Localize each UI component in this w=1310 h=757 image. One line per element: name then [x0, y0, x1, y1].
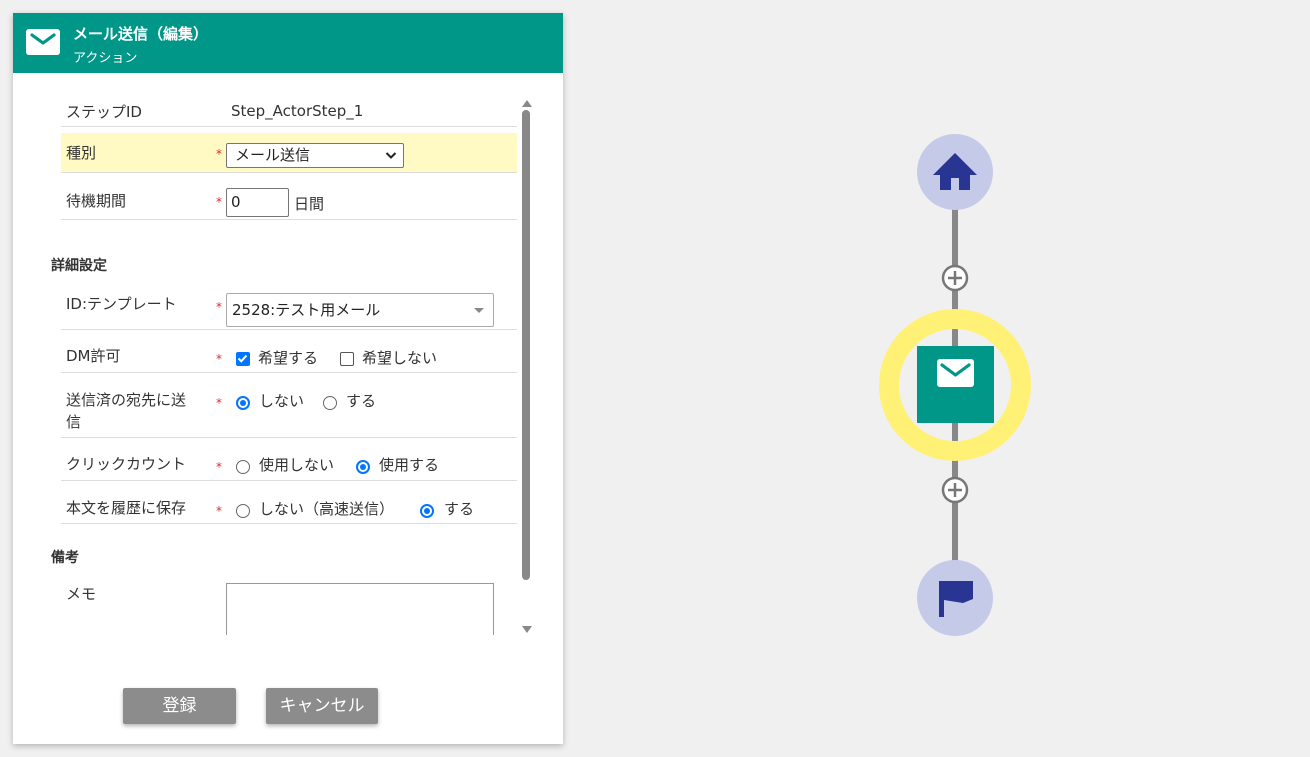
resend-label-line1: 送信済の宛先に送: [66, 391, 187, 409]
row-click-count: クリックカウント * 使用しない 使用する: [61, 439, 517, 481]
required-mark: *: [216, 504, 222, 518]
form-scroll-area: ステップID Step_ActorStep_1 種別 * メール送信 待機期間 …: [13, 73, 517, 635]
edit-dialog: メール送信（編集） アクション ステップID Step_ActorStep_1 …: [13, 13, 563, 744]
row-wait: 待機期間 * 0 日間: [61, 174, 517, 220]
cancel-button[interactable]: キャンセル: [266, 688, 378, 724]
scroll-thumb[interactable]: [522, 110, 530, 580]
row-dm: DM許可 * 希望する 希望しない: [61, 331, 517, 373]
type-select-value: メール送信: [235, 146, 311, 164]
dm-label: DM許可: [66, 347, 121, 365]
dialog-subtitle: アクション: [73, 51, 138, 66]
mail-icon: [26, 29, 60, 55]
wait-days-input[interactable]: 0: [226, 188, 289, 217]
click-count-on-radio[interactable]: [356, 460, 370, 474]
step-id-value: Step_ActorStep_1: [231, 102, 364, 120]
row-step-id: ステップID Step_ActorStep_1: [61, 93, 517, 127]
click-count-label: クリックカウント: [66, 455, 187, 473]
wait-label: 待機期間: [66, 192, 127, 210]
required-mark: *: [216, 195, 222, 209]
dm-no-label[interactable]: 希望しない: [362, 349, 437, 367]
row-template: ID:テンプレート * 2528:テスト用メール: [61, 278, 517, 330]
required-mark: *: [216, 396, 222, 410]
add-step-button-top[interactable]: [941, 264, 969, 292]
type-label: 種別: [66, 144, 97, 162]
click-count-off-label[interactable]: 使用しない: [259, 456, 334, 474]
dm-no-checkbox[interactable]: [340, 352, 354, 366]
resend-yes-label[interactable]: する: [346, 392, 376, 410]
register-button[interactable]: 登録: [123, 688, 236, 724]
resend-yes-radio[interactable]: [323, 396, 337, 410]
memo-textarea[interactable]: [226, 583, 494, 635]
resend-no-radio[interactable]: [236, 396, 250, 410]
add-step-button-bottom[interactable]: [941, 476, 969, 504]
end-node[interactable]: [917, 560, 993, 636]
template-select[interactable]: 2528:テスト用メール: [226, 293, 494, 327]
template-select-value: 2528:テスト用メール: [232, 301, 381, 319]
chevron-down-icon: [385, 144, 397, 174]
scroll-down-arrow-icon[interactable]: [521, 620, 533, 639]
required-mark: *: [216, 300, 222, 314]
row-type: 種別 * メール送信: [61, 133, 517, 173]
template-label: ID:テンプレート: [66, 295, 177, 313]
click-count-on-label[interactable]: 使用する: [379, 456, 439, 474]
save-history-off-radio[interactable]: [236, 504, 250, 518]
save-history-on-radio[interactable]: [420, 504, 434, 518]
click-count-off-radio[interactable]: [236, 460, 250, 474]
dialog-header: メール送信（編集） アクション: [13, 13, 563, 73]
required-mark: *: [216, 147, 222, 161]
form-scrollbar[interactable]: [520, 93, 534, 633]
dm-yes-checkbox[interactable]: [236, 352, 250, 366]
save-history-on-label[interactable]: する: [444, 500, 474, 518]
required-mark: *: [216, 460, 222, 474]
mail-icon: [937, 359, 974, 387]
required-mark: *: [216, 352, 222, 366]
resend-label-line2: 信: [66, 413, 82, 431]
save-history-label: 本文を履歴に保存: [66, 499, 187, 517]
flow-diagram: [879, 134, 1031, 636]
start-node[interactable]: [917, 134, 993, 210]
row-resend: 送信済の宛先に送 信 * しない する: [61, 374, 517, 438]
section-detail-settings: 詳細設定: [51, 258, 107, 274]
resend-no-label[interactable]: しない: [259, 392, 304, 410]
step-id-label: ステップID: [66, 103, 142, 121]
type-select[interactable]: メール送信: [226, 143, 404, 168]
save-history-off-label[interactable]: しない（高速送信）: [259, 500, 394, 518]
section-notes: 備考: [51, 550, 79, 566]
dm-yes-label[interactable]: 希望する: [258, 349, 318, 367]
dialog-title: メール送信（編集）: [73, 25, 209, 43]
memo-label: メモ: [66, 585, 97, 603]
row-save-history: 本文を履歴に保存 * しない（高速送信） する: [61, 482, 517, 524]
wait-unit: 日間: [294, 195, 325, 213]
